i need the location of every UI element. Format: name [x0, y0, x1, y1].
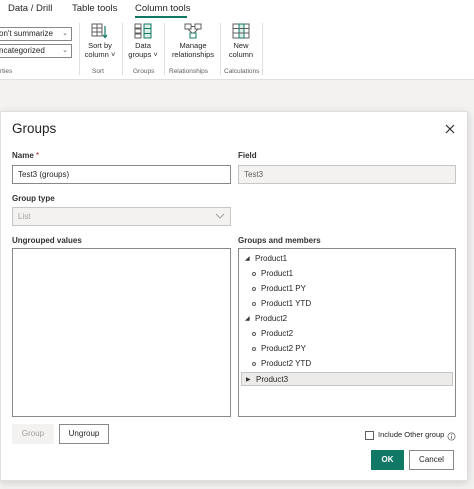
data-groups-label-2: groups — [128, 50, 152, 59]
tree-item[interactable]: Product1 YTD — [239, 297, 455, 311]
tree-item[interactable]: Product2 — [239, 327, 455, 341]
groups-dialog: Groups Name * Test3 (groups) Field Test3… — [0, 111, 468, 481]
info-icon[interactable] — [447, 432, 456, 441]
new-column-button[interactable]: New column — [224, 23, 258, 59]
bullet-icon — [252, 302, 256, 306]
ribbon-separator — [79, 23, 80, 75]
ribbon: Data / Drill Table tools Column tools on… — [0, 0, 474, 80]
new-column-label-1: New — [233, 41, 249, 50]
tree-group-product3[interactable]: ▶ Product3 — [241, 372, 453, 386]
dialog-title: Groups — [12, 121, 57, 136]
sort-by-column-label-1: Sort by — [88, 41, 112, 50]
data-category-value: ncategorized — [0, 46, 45, 55]
field-input: Test3 — [238, 165, 456, 184]
close-icon[interactable] — [444, 123, 456, 135]
relationships-group-label: Relationships — [169, 68, 209, 75]
groups-group-label: Groups — [133, 68, 155, 75]
ribbon-tabs: Data / Drill Table tools Column tools — [0, 0, 474, 18]
tree-item-label: Product2 PY — [261, 344, 306, 353]
sort-by-column-label-2: column — [84, 50, 109, 59]
tree-item-label: Product2 — [261, 329, 294, 338]
tree-group-label: Product1 — [255, 254, 288, 263]
bullet-icon — [252, 287, 256, 291]
cancel-button[interactable]: Cancel — [409, 450, 454, 470]
relationships-icon — [184, 23, 202, 39]
bullet-icon — [252, 272, 256, 276]
sort-by-column-button[interactable]: Sort by column ˅ — [82, 23, 118, 59]
tree-item[interactable]: Product2 YTD — [239, 357, 455, 371]
tree-item-label: Product1 PY — [261, 284, 306, 293]
manage-relationships-button[interactable]: Manage relationships — [168, 23, 218, 59]
manage-relationships-label-2: relationships — [171, 50, 215, 59]
data-groups-label-1: Data — [135, 41, 151, 50]
collapsed-triangle-icon: ▶ — [246, 377, 251, 383]
chevron-down-icon: ˅ — [108, 50, 116, 59]
ungrouped-values-list[interactable] — [12, 248, 231, 417]
field-label: Field — [238, 151, 257, 160]
groups-and-members-label: Groups and members — [238, 236, 321, 245]
name-input[interactable]: Test3 (groups) — [12, 165, 231, 184]
ribbon-separator — [262, 23, 263, 75]
new-column-icon — [232, 23, 250, 39]
ribbon-body: on't summarize ⌄ ncategorized ⌄ rties So… — [0, 19, 474, 80]
manage-relationships-label-1: Manage — [179, 41, 207, 50]
groups-and-members-tree[interactable]: ◢ Product1 Product1 Product1 PY Product1… — [238, 248, 456, 417]
expanded-triangle-icon: ◢ — [245, 256, 250, 262]
tree-item[interactable]: Product1 — [239, 267, 455, 281]
required-marker: * — [36, 151, 40, 160]
ungrouped-values-label: Ungrouped values — [12, 236, 82, 245]
group-type-value: List — [18, 212, 31, 221]
group-button[interactable]: Group — [12, 424, 54, 444]
name-label: Name * — [12, 151, 40, 160]
tree-group-label: Product2 — [255, 314, 288, 323]
active-tab-indicator — [135, 16, 187, 18]
sort-group-label: Sort — [92, 68, 104, 75]
ribbon-separator — [122, 23, 123, 75]
tab-column-tools[interactable]: Column tools — [135, 3, 190, 14]
data-groups-icon — [134, 23, 152, 39]
properties-group-label: rties — [0, 68, 13, 75]
tree-item[interactable]: Product1 PY — [239, 282, 455, 296]
tree-group-product2[interactable]: ◢ Product2 — [239, 312, 455, 326]
include-other-label: Include Other group — [378, 430, 445, 439]
ribbon-separator — [164, 23, 165, 75]
tree-item[interactable]: Product2 PY — [239, 342, 455, 356]
expanded-triangle-icon: ◢ — [245, 316, 250, 322]
tab-data-drill[interactable]: Data / Drill — [8, 3, 52, 14]
tree-group-product1[interactable]: ◢ Product1 — [239, 252, 455, 266]
summarization-dropdown[interactable]: on't summarize ⌄ — [0, 27, 72, 41]
group-type-label: Group type — [12, 194, 55, 203]
tree-item-label: Product1 — [261, 269, 294, 278]
include-other-checkbox[interactable] — [365, 431, 374, 440]
tree-item-label: Product1 YTD — [261, 299, 312, 308]
sort-by-column-icon — [91, 23, 108, 39]
summarization-value: on't summarize — [0, 29, 53, 38]
bullet-icon — [252, 347, 256, 351]
chevron-down-icon: ⌄ — [62, 47, 68, 54]
bullet-icon — [252, 332, 256, 336]
new-column-label-2: column — [228, 50, 254, 59]
calculations-group-label: Calculations — [224, 68, 260, 75]
tree-group-label: Product3 — [256, 375, 289, 384]
ungroup-button[interactable]: Ungroup — [59, 424, 109, 444]
data-category-dropdown[interactable]: ncategorized ⌄ — [0, 44, 72, 58]
data-groups-button[interactable]: Data groups ˅ — [126, 23, 160, 59]
tab-table-tools[interactable]: Table tools — [72, 3, 117, 14]
bullet-icon — [252, 362, 256, 366]
tree-item-label: Product2 YTD — [261, 359, 312, 368]
ribbon-separator — [220, 23, 221, 75]
chevron-down-icon: ˅ — [151, 50, 158, 59]
group-type-select: List — [12, 207, 231, 226]
chevron-down-icon: ⌄ — [62, 30, 68, 37]
ok-button[interactable]: OK — [371, 450, 404, 470]
chevron-down-icon — [215, 213, 225, 219]
